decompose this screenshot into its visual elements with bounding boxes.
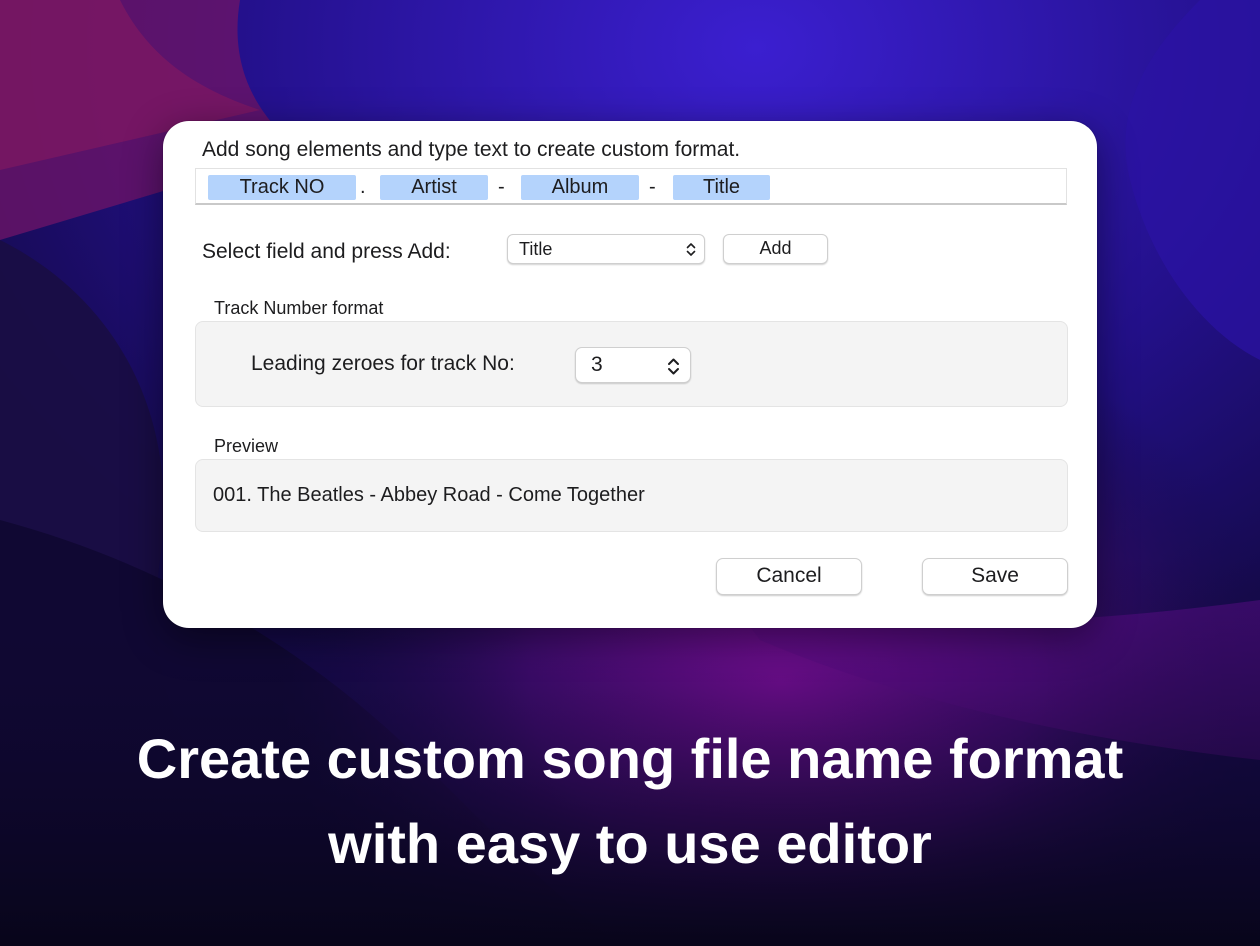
chevron-up-down-icon: [667, 357, 680, 381]
caption-line-2: with easy to use editor: [328, 812, 932, 875]
preview-text: 001. The Beatles - Abbey Road - Come Tog…: [213, 484, 645, 506]
format-editor-dialog: Add song elements and type text to creat…: [163, 121, 1097, 628]
token-album[interactable]: Album: [521, 175, 639, 200]
track-number-group: Leading zeroes for track No: 3: [195, 321, 1068, 407]
chevron-up-down-icon: [686, 242, 696, 262]
preview-group: 001. The Beatles - Abbey Road - Come Tog…: [195, 459, 1068, 532]
token-separator-dash: -: [649, 176, 656, 198]
field-select-value: Title: [519, 239, 553, 259]
field-select-label: Select field and press Add:: [202, 240, 451, 263]
leading-zeroes-popup[interactable]: 3: [575, 347, 691, 383]
token-separator-dot: .: [360, 176, 366, 198]
leading-zeroes-label: Leading zeroes for track No:: [251, 352, 515, 375]
instruction-text: Add song elements and type text to creat…: [202, 138, 741, 161]
cancel-button[interactable]: Cancel: [716, 558, 862, 595]
track-number-section-title: Track Number format: [214, 298, 384, 318]
token-track-no[interactable]: Track NO: [208, 175, 356, 200]
format-token-field[interactable]: Track NO . Artist - Album - Title: [195, 168, 1067, 205]
token-separator-dash: -: [498, 176, 505, 198]
add-button[interactable]: Add: [723, 234, 828, 264]
preview-section-title: Preview: [214, 436, 279, 456]
caption-line-1: Create custom song file name format: [136, 727, 1124, 790]
leading-zeroes-value: 3: [591, 353, 603, 376]
token-title[interactable]: Title: [673, 175, 770, 200]
field-select-popup[interactable]: Title: [507, 234, 705, 264]
token-artist[interactable]: Artist: [380, 175, 488, 200]
save-button[interactable]: Save: [922, 558, 1068, 595]
